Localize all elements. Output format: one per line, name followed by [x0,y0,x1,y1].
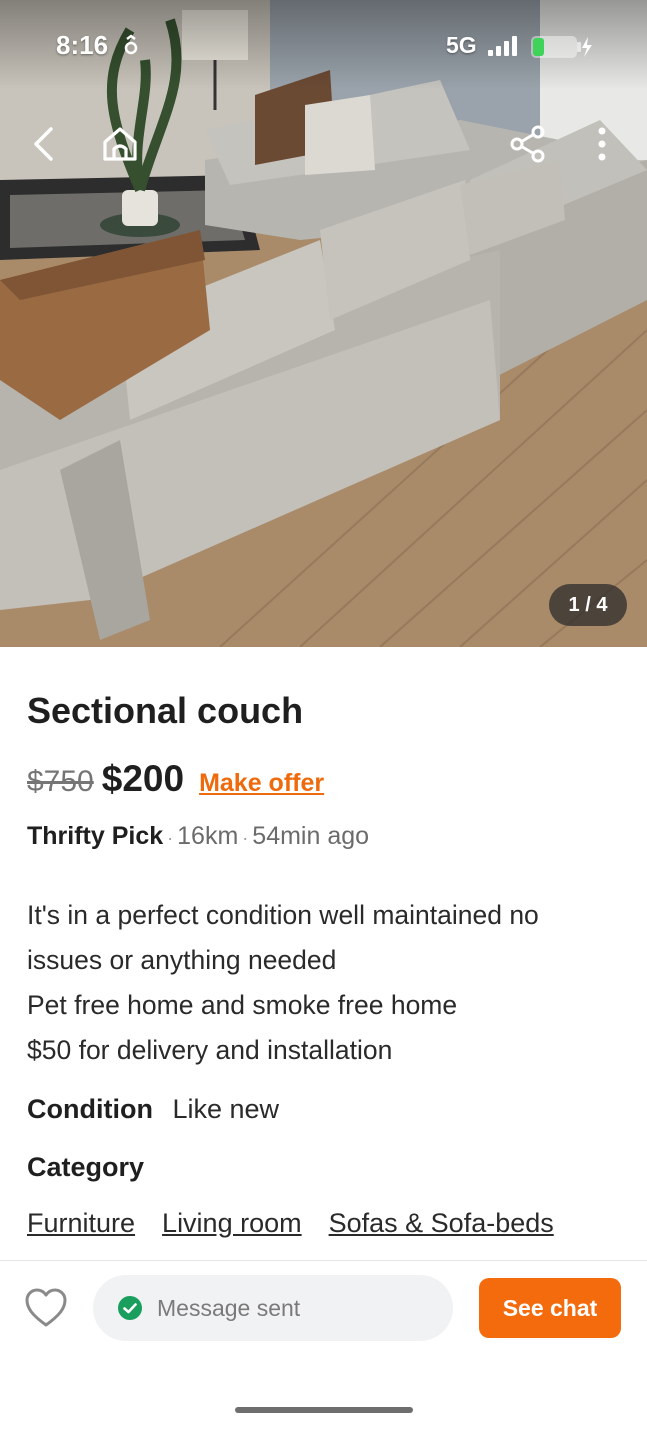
home-indicator[interactable] [235,1407,413,1413]
seller-name[interactable]: Thrifty Pick [27,822,163,850]
status-bar: 8:16 5G [0,0,647,96]
listing-title: Sectional couch [27,690,304,731]
price-row: $750 $200 Make offer [27,758,324,800]
condition-row: Condition Like new [27,1094,279,1125]
chevron-left-icon [34,127,53,161]
original-price: $750 [27,765,94,798]
status-time: 8:16 [56,30,109,60]
current-price: $200 [101,758,185,799]
posted-time: 54min ago [252,822,370,850]
home-button[interactable] [92,116,148,172]
back-button[interactable] [16,116,72,172]
description-line: It's in a perfect condition well maintai… [27,900,539,930]
make-offer-link[interactable]: Make offer [199,769,324,798]
bottom-bar-divider [0,1260,647,1261]
category-link-living-room[interactable]: Living room [162,1208,302,1239]
share-button[interactable] [500,116,556,172]
listing-photo[interactable]: 8:16 5G 1 / 4 [0,0,647,647]
photo-counter: 1 / 4 [549,584,627,626]
couch-photo-image [0,0,647,647]
category-links: Furniture Living room Sofas & Sofa-beds [27,1208,581,1239]
distance: 16km [177,822,239,850]
see-chat-button[interactable]: See chat [479,1278,621,1338]
share-icon [510,125,545,163]
separator-dot: · [242,828,249,848]
alarm-icon [124,34,138,55]
signal-icon [488,36,517,56]
condition-value: Like new [172,1094,280,1124]
message-status-text: Message sent [157,1294,301,1321]
description-line: issues or anything needed [27,945,337,975]
message-status-pill[interactable]: Message sent [93,1275,453,1341]
home-icon [103,127,137,161]
check-circle-icon [118,1296,142,1320]
category-link-sofas[interactable]: Sofas & Sofa-beds [329,1208,554,1239]
listing-description: It's in a perfect condition well maintai… [27,893,627,1073]
network-type: 5G [446,32,477,58]
seller-meta: Thrifty Pick · 16km · 54min ago [27,822,369,851]
category-link-furniture[interactable]: Furniture [27,1208,135,1239]
heart-icon[interactable] [24,1287,68,1329]
description-line: Pet free home and smoke free home [27,990,458,1020]
category-label: Category [27,1152,145,1182]
battery-charging-icon [531,36,592,58]
more-options-button[interactable] [574,116,630,172]
separator-dot: · [167,828,174,848]
more-vertical-icon [598,127,606,161]
description-line: $50 for delivery and installation [27,1035,393,1065]
condition-label: Condition [27,1094,153,1124]
